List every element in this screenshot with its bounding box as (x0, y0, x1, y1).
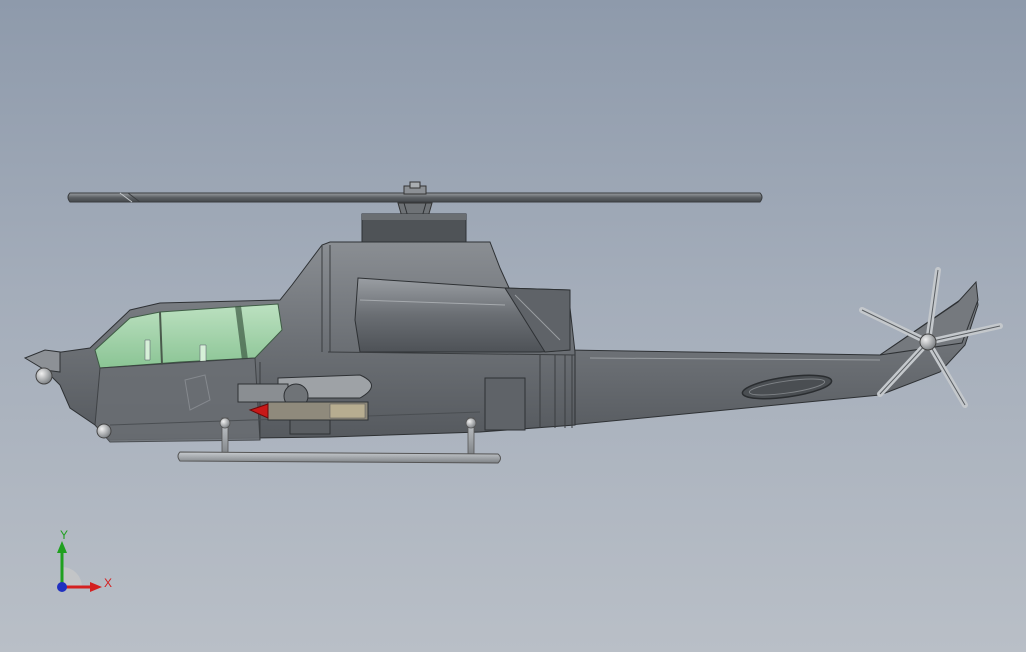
y-axis-label: Y (60, 528, 68, 542)
x-axis-label: X (104, 576, 112, 590)
axis-triad: Y X (57, 528, 112, 592)
transmission-housing (361, 213, 467, 243)
y-axis-arrowhead (57, 541, 67, 553)
z-axis-dot (57, 582, 67, 592)
helicopter-model[interactable] (0, 0, 1026, 652)
3d-viewport[interactable]: Y X (0, 0, 1026, 652)
x-axis-arrowhead (90, 582, 102, 592)
